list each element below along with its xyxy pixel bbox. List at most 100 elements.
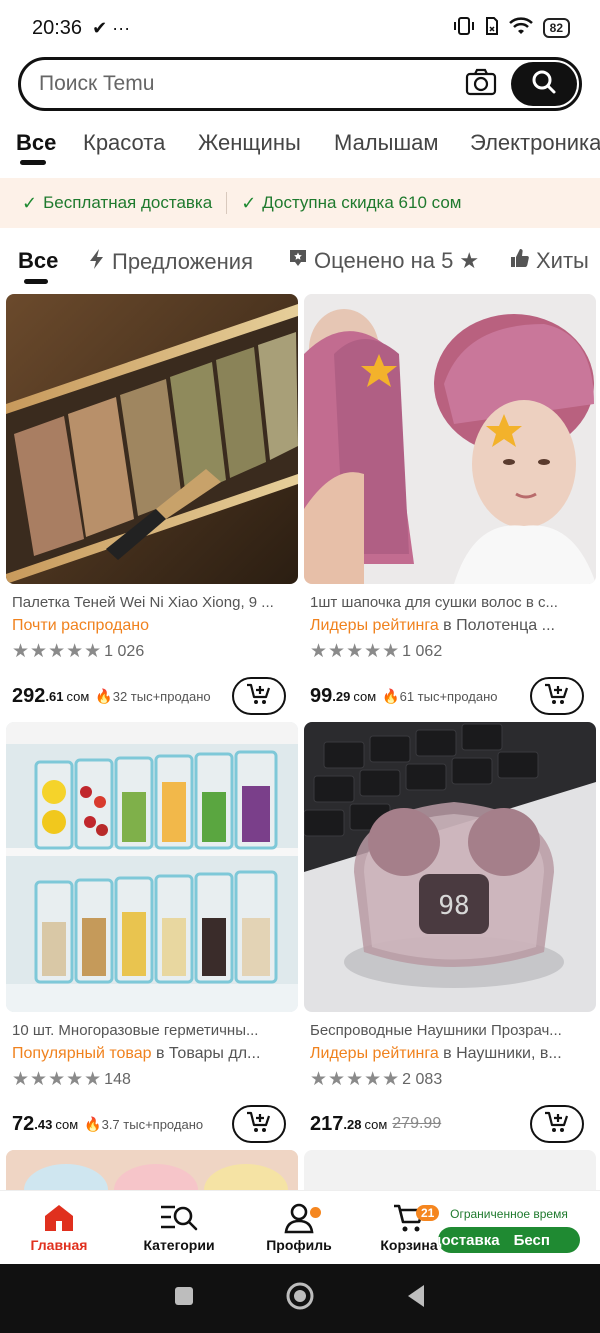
- product-tag-rest: в Полотенца ...: [438, 617, 555, 634]
- filter-rated-label: Оценено на 5 ★: [314, 248, 480, 273]
- product-card[interactable]: 1шт шапочка для сушки волос в с... Лидер…: [304, 294, 596, 715]
- review-count: 148: [104, 1070, 131, 1088]
- filter-rated[interactable]: Оценено на 5 ★: [288, 248, 479, 274]
- sold-count: 🔥3.7 тыс+продано: [84, 1116, 203, 1133]
- price-main: 292: [12, 684, 46, 707]
- product-image-hair-towel[interactable]: [304, 294, 596, 584]
- sold-count: 🔥32 тыс+продано: [95, 688, 210, 705]
- review-count: 1 026: [104, 642, 145, 660]
- star-rating-icon: ★★★★★: [310, 1069, 401, 1090]
- search-button[interactable]: [511, 62, 577, 106]
- price-cents: .43: [34, 1116, 53, 1132]
- nav-cart-label: Корзина: [380, 1237, 438, 1253]
- wifi-icon: [508, 16, 533, 41]
- bottom-navigation: Главная Категории Профиль 21 Корзина Огр…: [0, 1190, 600, 1264]
- product-tag: Популярный товар в Товары дл...: [6, 1045, 298, 1063]
- price-row: 72.43 сом 🔥3.7 тыс+продано: [6, 1105, 298, 1143]
- product-title[interactable]: 1шт шапочка для сушки волос в с...: [304, 594, 596, 611]
- add-to-cart-button[interactable]: [232, 677, 286, 715]
- price-old: 279.99: [392, 1115, 442, 1132]
- star-rating-icon: ★★★★★: [12, 1069, 103, 1090]
- price-main: 72: [12, 1112, 35, 1135]
- add-to-cart-button[interactable]: [530, 677, 584, 715]
- status-time: 20:36: [32, 16, 83, 39]
- add-to-cart-button[interactable]: [530, 1105, 584, 1143]
- notification-dot: [310, 1207, 321, 1218]
- filter-offers[interactable]: Предложения: [88, 248, 253, 276]
- product-tag-rest: в Товары дл...: [151, 1045, 261, 1062]
- nav-categories[interactable]: Категории: [124, 1201, 234, 1253]
- filter-all[interactable]: Все: [18, 248, 58, 274]
- product-rating: ★★★★★ 1 026: [6, 640, 298, 663]
- product-image-partial[interactable]: [304, 1150, 596, 1190]
- camera-icon: [465, 68, 497, 101]
- sold-count-text: 32 тыс+продано: [112, 688, 211, 704]
- product-title[interactable]: Палетка Теней Wei Ni Xiao Xiong, 9 ...: [6, 594, 298, 611]
- filter-hits-label: Хиты: [536, 248, 589, 273]
- price-main: 99: [310, 684, 333, 707]
- tab-electronics[interactable]: Электроника: [470, 130, 600, 156]
- search-bar[interactable]: [18, 57, 582, 111]
- sold-count-text: 3.7 тыс+продано: [101, 1116, 204, 1132]
- check-icon: ✓: [22, 192, 38, 213]
- price-currency: сом: [353, 688, 377, 704]
- product-image-storage-bags[interactable]: [6, 722, 298, 1012]
- promo-bar[interactable]: ✓ Бесплатная доставка ✓ Доступна скидка …: [0, 178, 600, 228]
- search-input[interactable]: [21, 72, 459, 96]
- price-cents: .28: [343, 1116, 362, 1132]
- divider: [226, 192, 228, 214]
- price-cents: .61: [45, 688, 64, 704]
- product-tag-highlight: Лидеры рейтинга: [310, 1045, 439, 1062]
- camera-search-button[interactable]: [459, 62, 503, 106]
- product-tag: Лидеры рейтинга в Полотенца ...: [304, 617, 596, 635]
- price-row: 292.61 сом 🔥32 тыс+продано: [6, 677, 298, 715]
- product-tag: Почти распродано: [6, 617, 298, 635]
- limited-time-promo[interactable]: Ограниченное время доставка Бесп: [438, 1207, 580, 1253]
- nav-profile[interactable]: Профиль: [244, 1201, 354, 1253]
- tab-all[interactable]: Все: [16, 130, 56, 156]
- product-image-partial[interactable]: [6, 1150, 298, 1190]
- battery-indicator: 82: [542, 18, 570, 38]
- tab-beauty[interactable]: Красота: [83, 130, 165, 156]
- limited-time-label: Ограниченное время: [450, 1207, 568, 1221]
- price-currency: сом: [364, 1116, 388, 1132]
- product-title[interactable]: 10 шт. Многоразовые герметичны...: [6, 1022, 298, 1039]
- review-count: 2 083: [402, 1070, 443, 1088]
- product-image-earbuds[interactable]: 98: [304, 722, 596, 1012]
- promo-ticker-text-1: доставка: [438, 1231, 500, 1249]
- product-tag-highlight: Популярный товар: [12, 1045, 152, 1062]
- vibrate-icon: [453, 16, 475, 41]
- promo-ticker-text-2: Бесп: [513, 1231, 550, 1249]
- recents-button[interactable]: [172, 1284, 196, 1313]
- home-button[interactable]: [284, 1280, 316, 1317]
- status-extra: ✔ ···: [92, 17, 131, 38]
- star-rating-icon: ★★★★★: [12, 641, 103, 662]
- add-to-cart-button[interactable]: [232, 1105, 286, 1143]
- check-icon: ✓: [241, 192, 257, 213]
- product-card[interactable]: 10 шт. Многоразовые герметичны... Популя…: [6, 722, 298, 1143]
- nav-home-label: Главная: [30, 1237, 88, 1253]
- filter-tabs: Все Предложения Оценено на 5 ★ Хиты: [0, 244, 600, 288]
- product-title[interactable]: Беспроводные Наушники Прозрач...: [304, 1022, 596, 1039]
- filter-hits[interactable]: Хиты: [510, 248, 589, 274]
- product-image-eyeshadow[interactable]: [6, 294, 298, 584]
- product-rating: ★★★★★ 148: [6, 1068, 298, 1091]
- product-card[interactable]: 98 Беспроводные Наушники Прозрач... Лиде…: [304, 722, 596, 1143]
- product-card[interactable]: Палетка Теней Wei Ni Xiao Xiong, 9 ... П…: [6, 294, 298, 715]
- promo-ticker: доставка Бесп: [438, 1227, 580, 1253]
- star-rating-icon: ★★★★★: [310, 641, 401, 662]
- nav-categories-label: Категории: [143, 1237, 215, 1253]
- add-to-cart-icon: [544, 1110, 570, 1139]
- categories-icon: [159, 1203, 199, 1236]
- nav-home[interactable]: Главная: [4, 1201, 114, 1253]
- svg-text:98: 98: [438, 891, 469, 921]
- price-main: 217: [310, 1112, 344, 1135]
- tab-babies[interactable]: Малышам: [334, 130, 438, 156]
- home-icon: [42, 1203, 76, 1236]
- back-button[interactable]: [404, 1283, 428, 1314]
- tab-women[interactable]: Женщины: [198, 130, 301, 156]
- product-rating: ★★★★★ 2 083: [304, 1068, 596, 1091]
- price-row: 99.29 сом 🔥61 тыс+продано: [304, 677, 596, 715]
- add-to-cart-icon: [544, 682, 570, 711]
- free-shipping-label: Бесплатная доставка: [43, 193, 213, 212]
